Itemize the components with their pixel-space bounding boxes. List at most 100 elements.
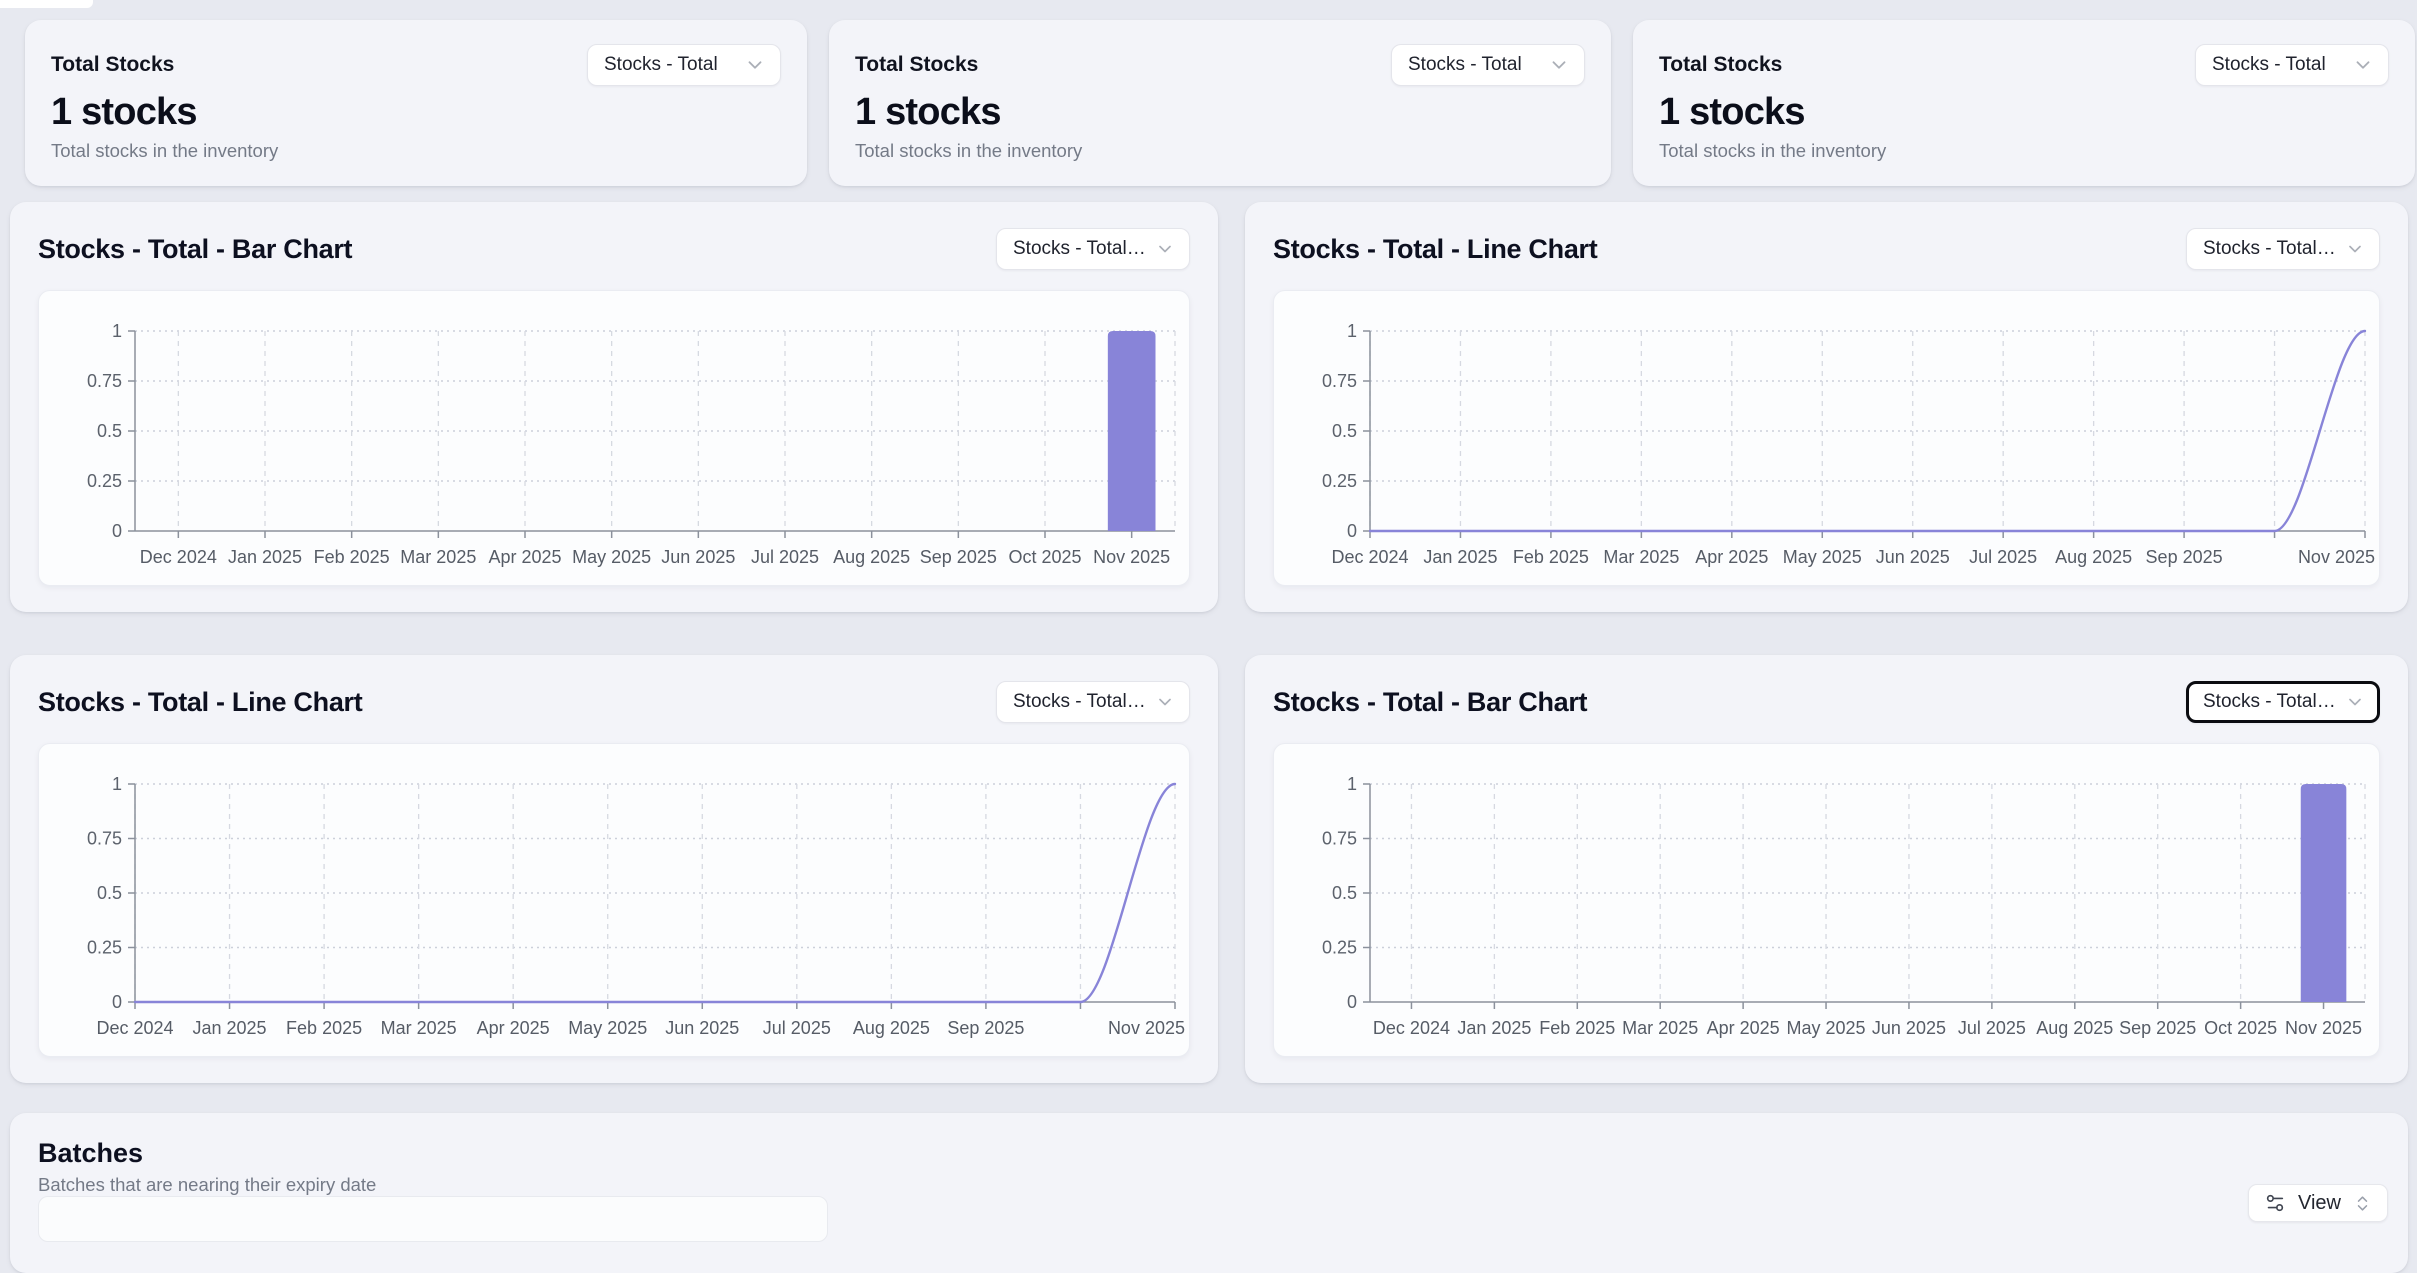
svg-text:Apr 2025: Apr 2025 bbox=[1695, 547, 1768, 567]
chart-metric-select[interactable]: Stocks - Total - Line... bbox=[2186, 228, 2380, 270]
stat-card-header: Total Stocks Stocks - Total bbox=[855, 44, 1585, 86]
stat-card-total-stocks-3: Total Stocks Stocks - Total 1 stocks Tot… bbox=[1633, 20, 2415, 186]
select-value: Stocks - Total bbox=[1408, 54, 1522, 76]
svg-text:Jul 2025: Jul 2025 bbox=[751, 547, 819, 567]
stat-metric-select[interactable]: Stocks - Total bbox=[2195, 44, 2389, 86]
svg-text:Jan 2025: Jan 2025 bbox=[228, 547, 302, 567]
svg-text:Feb 2025: Feb 2025 bbox=[314, 547, 390, 567]
svg-text:0: 0 bbox=[1347, 521, 1357, 541]
svg-text:Jun 2025: Jun 2025 bbox=[665, 1018, 739, 1038]
svg-text:0.25: 0.25 bbox=[1322, 471, 1357, 491]
chart-metric-select[interactable]: Stocks - Total - Bar... bbox=[996, 228, 1190, 270]
dashboard-page: Total Stocks Stocks - Total 1 stocks Tot… bbox=[0, 0, 2417, 1233]
svg-text:1: 1 bbox=[112, 321, 122, 341]
svg-text:Sep 2025: Sep 2025 bbox=[2119, 1018, 2196, 1038]
chart-card-header: Stocks - Total - Bar Chart Stocks - Tota… bbox=[38, 226, 1190, 272]
view-button-label: View bbox=[2298, 1192, 2341, 1215]
svg-text:0.75: 0.75 bbox=[1322, 829, 1357, 849]
svg-text:Jul 2025: Jul 2025 bbox=[1958, 1018, 2026, 1038]
svg-text:Aug 2025: Aug 2025 bbox=[833, 547, 910, 567]
stat-value: 1 stocks bbox=[51, 90, 781, 134]
svg-text:May 2025: May 2025 bbox=[1787, 1018, 1866, 1038]
svg-text:Mar 2025: Mar 2025 bbox=[1622, 1018, 1698, 1038]
stat-title: Total Stocks bbox=[855, 53, 978, 77]
chevron-down-icon bbox=[2352, 54, 2374, 76]
svg-text:0.25: 0.25 bbox=[87, 938, 122, 958]
svg-text:0.5: 0.5 bbox=[97, 421, 122, 441]
chart-card-header: Stocks - Total - Line Chart Stocks - Tot… bbox=[1273, 226, 2380, 272]
svg-text:Feb 2025: Feb 2025 bbox=[286, 1018, 362, 1038]
svg-text:Jan 2025: Jan 2025 bbox=[193, 1018, 267, 1038]
chevron-down-icon bbox=[1155, 692, 1175, 712]
chart-row-2: Stocks - Total - Line Chart Stocks - Tot… bbox=[10, 655, 2408, 1083]
svg-text:0.75: 0.75 bbox=[87, 829, 122, 849]
svg-text:0.5: 0.5 bbox=[1332, 421, 1357, 441]
svg-text:Nov 2025: Nov 2025 bbox=[2285, 1018, 2362, 1038]
chart-card-bar-1: Stocks - Total - Bar Chart Stocks - Tota… bbox=[10, 202, 1218, 612]
chevron-down-icon bbox=[1155, 239, 1175, 259]
svg-text:May 2025: May 2025 bbox=[1783, 547, 1862, 567]
chevron-down-icon bbox=[2345, 239, 2365, 259]
svg-text:Feb 2025: Feb 2025 bbox=[1539, 1018, 1615, 1038]
svg-text:Feb 2025: Feb 2025 bbox=[1513, 547, 1589, 567]
chart-card-line-1: Stocks - Total - Line Chart Stocks - Tot… bbox=[1245, 202, 2408, 612]
batches-title: Batches bbox=[38, 1137, 2380, 1169]
svg-text:Mar 2025: Mar 2025 bbox=[381, 1018, 457, 1038]
chart-row-1: Stocks - Total - Bar Chart Stocks - Tota… bbox=[10, 202, 2408, 612]
svg-text:Nov 2025: Nov 2025 bbox=[1093, 547, 1170, 567]
top-left-remnant bbox=[0, 0, 93, 8]
svg-text:0.75: 0.75 bbox=[87, 371, 122, 391]
svg-text:Nov 2025: Nov 2025 bbox=[1108, 1018, 1185, 1038]
select-value: Stocks - Total - Line... bbox=[2203, 238, 2337, 260]
chart-metric-select[interactable]: Stocks - Total - Line... bbox=[996, 681, 1190, 723]
svg-text:Oct 2025: Oct 2025 bbox=[1008, 547, 1081, 567]
svg-text:May 2025: May 2025 bbox=[568, 1018, 647, 1038]
svg-text:0.5: 0.5 bbox=[1332, 883, 1357, 903]
select-value: Stocks - Total - Line... bbox=[1013, 691, 1147, 713]
svg-text:Aug 2025: Aug 2025 bbox=[2055, 547, 2132, 567]
chart-title: Stocks - Total - Line Chart bbox=[38, 687, 362, 718]
svg-text:Jun 2025: Jun 2025 bbox=[1872, 1018, 1946, 1038]
svg-text:Sep 2025: Sep 2025 bbox=[920, 547, 997, 567]
svg-text:1: 1 bbox=[1347, 321, 1357, 341]
svg-text:Dec 2024: Dec 2024 bbox=[140, 547, 217, 567]
svg-text:Apr 2025: Apr 2025 bbox=[477, 1018, 550, 1038]
stat-subtitle: Total stocks in the inventory bbox=[1659, 140, 2389, 162]
svg-text:Dec 2024: Dec 2024 bbox=[1373, 1018, 1450, 1038]
batches-subtitle: Batches that are nearing their expiry da… bbox=[38, 1174, 2380, 1196]
svg-text:0.25: 0.25 bbox=[87, 471, 122, 491]
chart-card-header: Stocks - Total - Line Chart Stocks - Tot… bbox=[38, 679, 1190, 725]
bar-chart-canvas: 0 0.25 0.5 0.75 1 Dec 2024 Jan 2025 Feb 2025 Mar… bbox=[38, 290, 1190, 586]
svg-text:Oct 2025: Oct 2025 bbox=[2204, 1018, 2277, 1038]
batches-section: Batches Batches that are nearing their e… bbox=[10, 1113, 2408, 1273]
line-chart-canvas: 00.250.50.751Dec 2024Jan 2025Feb 2025Mar… bbox=[38, 743, 1190, 1057]
svg-text:0: 0 bbox=[112, 521, 122, 541]
svg-text:Aug 2025: Aug 2025 bbox=[2036, 1018, 2113, 1038]
chart-metric-select-focused[interactable]: Stocks - Total - Bar... bbox=[2186, 681, 2380, 723]
stat-value: 1 stocks bbox=[1659, 90, 2389, 134]
svg-text:Apr 2025: Apr 2025 bbox=[1707, 1018, 1780, 1038]
svg-text:0.25: 0.25 bbox=[1322, 938, 1357, 958]
chart-card-header: Stocks - Total - Bar Chart Stocks - Tota… bbox=[1273, 679, 2380, 725]
svg-text:Mar 2025: Mar 2025 bbox=[400, 547, 476, 567]
stat-card-header: Total Stocks Stocks - Total bbox=[51, 44, 781, 86]
chevron-down-icon bbox=[744, 54, 766, 76]
svg-text:Jun 2025: Jun 2025 bbox=[661, 547, 735, 567]
stats-row: Total Stocks Stocks - Total 1 stocks Tot… bbox=[25, 20, 2415, 172]
svg-text:Jan 2025: Jan 2025 bbox=[1423, 547, 1497, 567]
svg-text:Apr 2025: Apr 2025 bbox=[488, 547, 561, 567]
stat-title: Total Stocks bbox=[1659, 53, 1782, 77]
bar-chart-canvas: 00.250.50.751Dec 2024Jan 2025Feb 2025Mar… bbox=[1273, 743, 2380, 1057]
stat-card-total-stocks-2: Total Stocks Stocks - Total 1 stocks Tot… bbox=[829, 20, 1611, 186]
stat-metric-select[interactable]: Stocks - Total bbox=[1391, 44, 1585, 86]
svg-text:Jul 2025: Jul 2025 bbox=[1969, 547, 2037, 567]
view-button[interactable]: View bbox=[2248, 1184, 2388, 1222]
stat-metric-select[interactable]: Stocks - Total bbox=[587, 44, 781, 86]
svg-text:Jun 2025: Jun 2025 bbox=[1876, 547, 1950, 567]
table-filter-input[interactable] bbox=[38, 1196, 828, 1242]
svg-text:1: 1 bbox=[1347, 774, 1357, 794]
svg-text:0: 0 bbox=[1347, 992, 1357, 1012]
stat-value: 1 stocks bbox=[855, 90, 1585, 134]
stat-subtitle: Total stocks in the inventory bbox=[51, 140, 781, 162]
chevrons-up-down-icon bbox=[2353, 1194, 2372, 1213]
